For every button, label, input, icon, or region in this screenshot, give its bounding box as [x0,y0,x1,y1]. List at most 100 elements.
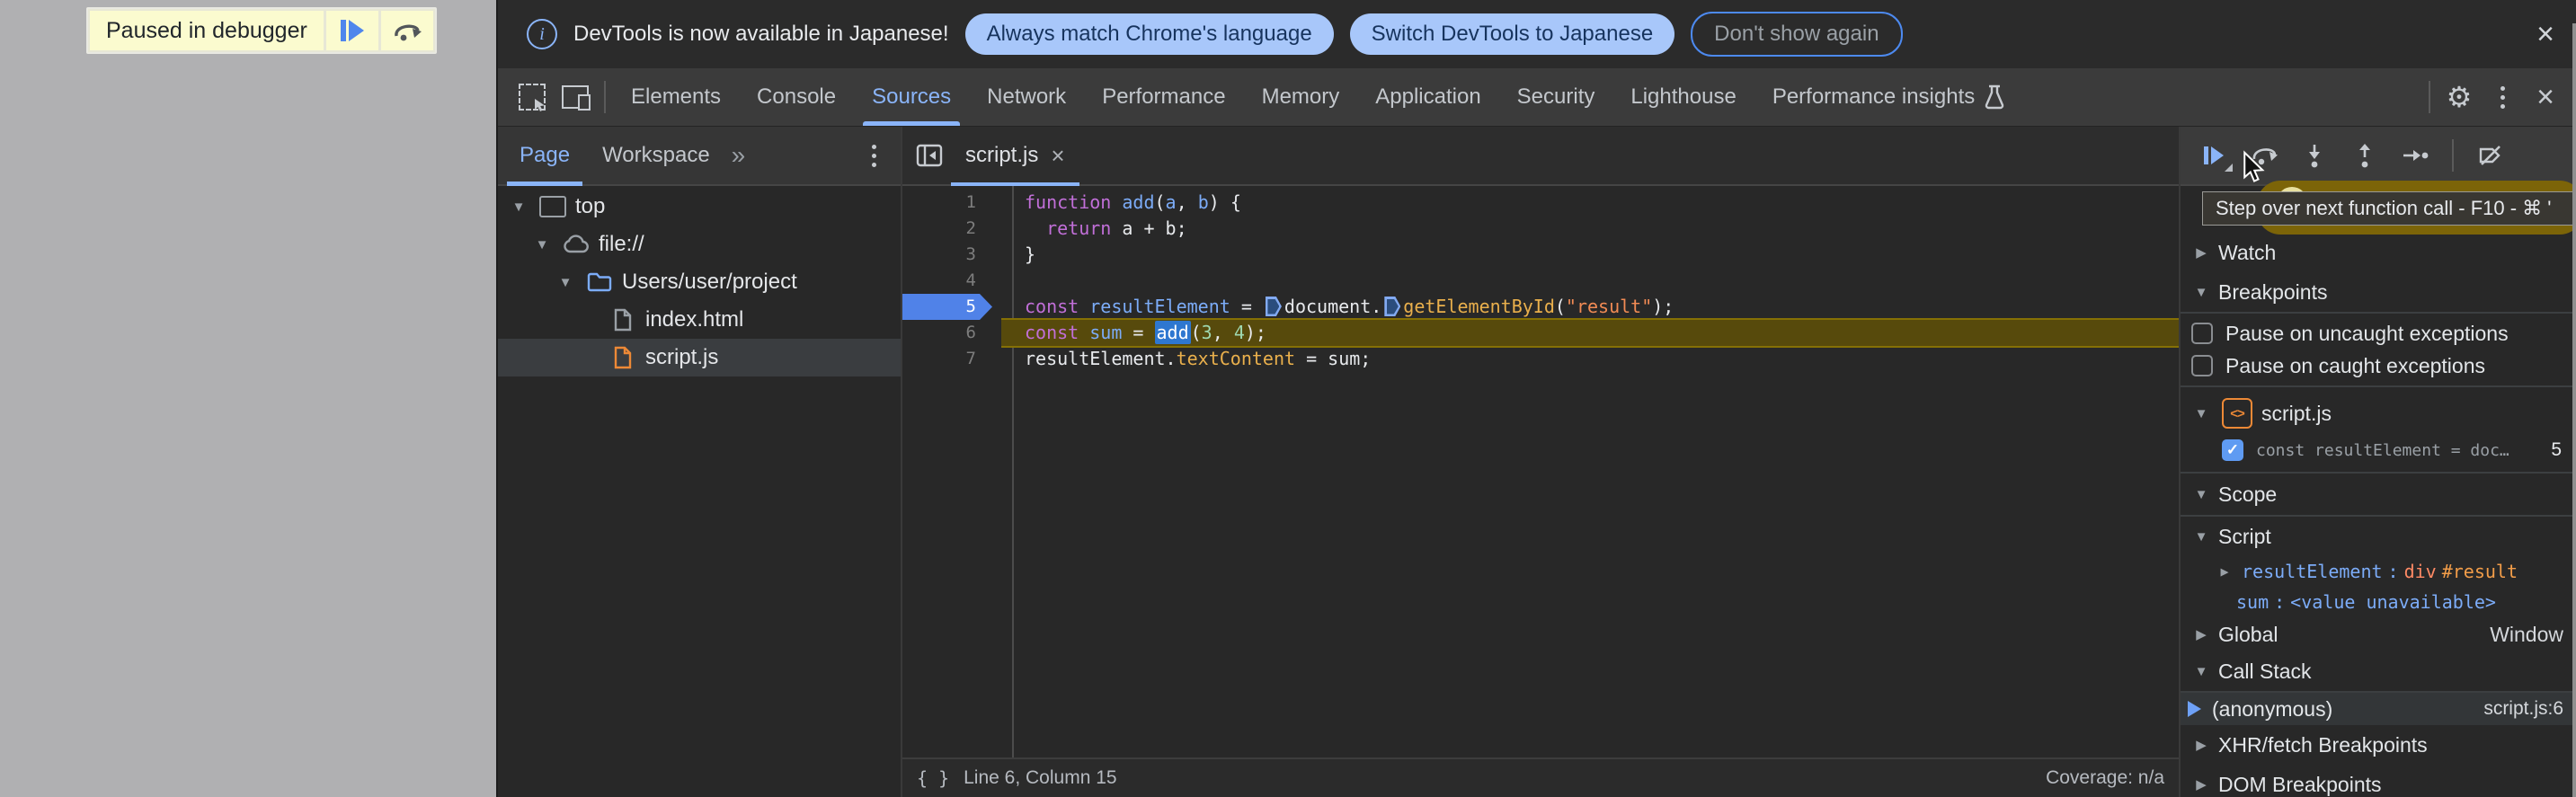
step-button[interactable] [2402,134,2429,177]
disclosure-triangle-icon[interactable]: ▼ [507,199,530,215]
checkbox-unchecked[interactable] [2191,323,2213,344]
editor-tab-script-js[interactable]: script.js × [951,127,1079,186]
section-label: DOM Breakpoints [2218,772,2382,796]
code-token: = [1122,322,1155,343]
html-file-icon [609,308,636,332]
scope-variable-resultElement[interactable]: ▶ resultElement: div #result [2181,556,2576,587]
toolbar-separator [2429,81,2430,113]
dimmed-page-background: Paused in debugger [0,0,496,797]
dom-breakpoints-section-header[interactable]: ▶ DOM Breakpoints [2181,765,2576,797]
dont-show-again-button[interactable]: Don't show again [1691,12,1903,57]
device-toolbar-icon[interactable] [554,75,597,119]
inline-breakpoint-marker-icon[interactable] [1265,297,1282,316]
line-number[interactable]: 1 [902,190,1012,216]
tab-application[interactable]: Application [1357,68,1498,126]
disclosure-triangle-icon[interactable]: ▶ [2213,563,2236,580]
tab-performance[interactable]: Performance [1084,68,1243,126]
call-stack-frame-row[interactable]: (anonymous) script.js:6 [2181,693,2576,725]
tree-item-script-js[interactable]: script.js [498,339,901,376]
variable-name: sum [2236,591,2270,613]
tree-item-label: top [575,194,606,218]
checkbox-unchecked[interactable] [2191,355,2213,376]
breakpoint-checkbox[interactable]: ✓ [2222,439,2243,461]
line-number[interactable]: 7 [902,346,1012,372]
tab-lighthouse[interactable]: Lighthouse [1612,68,1754,126]
tree-item-project-folder[interactable]: ▼ Users/user/project [498,263,901,301]
step-over-button-toast[interactable] [380,11,433,50]
navigator-kebab-icon[interactable] [852,134,895,177]
separator: : [2274,591,2286,613]
breakpoints-section-header[interactable]: ▼ Breakpoints [2181,272,2576,312]
tree-item-file-protocol[interactable]: ▼ file:// [498,226,901,263]
tab-elements[interactable]: Elements [613,68,739,126]
tab-sources[interactable]: Sources [854,68,969,126]
more-options-kebab-icon[interactable] [2481,75,2524,119]
pretty-print-icon[interactable]: { } [917,767,949,789]
tab-close-icon[interactable]: × [1051,142,1064,170]
line-number[interactable]: 2 [902,216,1012,242]
tab-security[interactable]: Security [1499,68,1613,126]
code-token: ( [1554,296,1566,317]
section-label: Watch [2218,240,2277,264]
js-file-badge-icon: <> [2222,398,2252,429]
tree-item-index-html[interactable]: index.html [498,301,901,339]
selected-call-target[interactable]: add [1154,321,1191,344]
section-label: Scope [2218,482,2278,506]
check-icon: ✓ [2225,441,2240,458]
resume-icon [340,20,364,41]
tab-network[interactable]: Network [969,68,1084,126]
settings-gear-icon[interactable]: ⚙ [2438,75,2481,119]
step-out-button[interactable] [2351,134,2378,177]
step-into-button[interactable] [2301,134,2328,177]
tree-item-top[interactable]: ▼ top [498,188,901,226]
tab-workspace[interactable]: Workspace [586,127,726,184]
separator: : [2387,561,2399,582]
scope-global-row[interactable]: ▶ Global Window [2181,617,2576,651]
info-icon: i [527,19,557,49]
code-editor[interactable]: 1 function add(a, b) { 2 return a + b; 3… [902,186,2179,757]
breakpoint-line-number[interactable]: 5 [902,294,992,320]
more-tabs-icon[interactable]: » [726,141,751,170]
call-stack-section-header[interactable]: ▼ Call Stack [2181,651,2576,691]
scope-variable-sum[interactable]: sum: <value unavailable> [2181,587,2576,617]
deactivate-breakpoints-button[interactable] [2477,134,2504,177]
switch-devtools-japanese-button[interactable]: Switch DevTools to Japanese [1349,13,1675,55]
tab-memory[interactable]: Memory [1244,68,1358,126]
pause-caught-exceptions-row[interactable]: Pause on caught exceptions [2181,350,2576,382]
disclosure-triangle-icon[interactable]: ▼ [530,237,554,252]
code-token: ( [1154,191,1166,213]
infobar-close-icon[interactable]: × [2536,19,2554,49]
window-edge-scrollbar[interactable] [2572,23,2576,797]
tab-page[interactable]: Page [503,127,586,186]
disclosure-triangle-icon[interactable]: ▶ [2190,626,2213,642]
code-token: 3 [1201,322,1212,343]
js-file-icon [609,346,636,369]
disclosure-triangle-icon[interactable]: ▼ [554,275,577,290]
scope-section-header[interactable]: ▼ Scope [2181,474,2576,515]
execution-line: const sum = add (3, 4); [1001,318,2179,348]
variable-name: resultElement [2242,561,2383,582]
breakpoint-entry-row[interactable]: ✓ const resultElement = doc… 5 [2181,434,2576,466]
line-number[interactable]: 4 [902,268,1012,294]
code-token: , [1212,322,1234,343]
watch-section-header[interactable]: ▶ Watch [2181,233,2576,272]
tab-performance-insights[interactable]: Performance insights [1754,68,2023,126]
inline-breakpoint-marker-icon[interactable] [1384,297,1401,316]
cloud-icon [563,235,590,254]
line-number[interactable]: 3 [902,242,1012,268]
paused-toast-label: Paused in debugger [90,11,324,50]
devtools-close-icon[interactable]: × [2524,75,2567,119]
line-number[interactable]: 6 [902,320,1012,346]
resume-script-button[interactable] [325,11,378,50]
resume-script-execution-button[interactable] [2200,134,2233,177]
breakpoint-file-group[interactable]: ▼ <> script.js [2181,387,2576,434]
xhr-breakpoints-section-header[interactable]: ▶ XHR/fetch Breakpoints [2181,725,2576,765]
match-chrome-language-button[interactable]: Always match Chrome's language [964,13,1334,55]
inspect-element-icon[interactable] [511,75,554,119]
scope-script-row[interactable]: ▼ Script [2181,517,2576,556]
toggle-navigator-panel-icon[interactable] [908,134,951,177]
pause-uncaught-exceptions-row[interactable]: Pause on uncaught exceptions [2181,317,2576,350]
tab-console[interactable]: Console [739,68,854,126]
variable-value: div [2403,561,2437,582]
code-token: "result" [1565,296,1653,317]
